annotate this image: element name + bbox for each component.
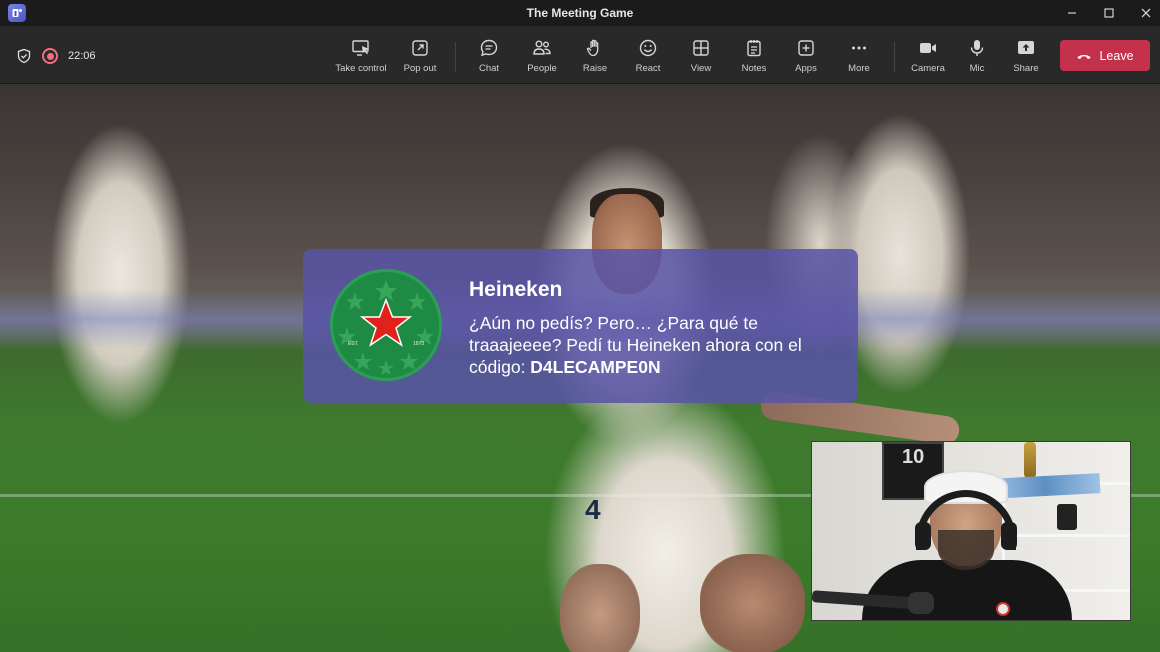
meeting-toolbar: 22:06 Take control Pop out Chat People R…: [0, 26, 1160, 84]
react-label: React: [635, 63, 661, 74]
minimize-button[interactable]: [1053, 0, 1091, 26]
grid-icon: [693, 40, 709, 56]
notes-icon: [747, 40, 761, 57]
smiley-icon: [639, 39, 657, 57]
camera-icon: [920, 43, 936, 53]
more-button[interactable]: More: [831, 38, 887, 78]
view-button[interactable]: View: [673, 38, 729, 78]
microphone: [908, 592, 934, 614]
notes-button[interactable]: Notes: [726, 38, 782, 78]
meeting-status: 22:06: [16, 48, 96, 64]
leave-button[interactable]: Leave: [1060, 40, 1150, 71]
player-leg: [700, 554, 805, 652]
pop-out-icon: [412, 40, 428, 56]
chat-button[interactable]: Chat: [461, 38, 517, 78]
promo-code[interactable]: D4LECAMPE0N: [530, 357, 660, 377]
notes-label: Notes: [741, 63, 767, 74]
more-label: More: [848, 63, 870, 74]
shield-check-icon[interactable]: [16, 48, 32, 64]
trophy: [1024, 442, 1036, 478]
chat-label: Chat: [478, 63, 500, 74]
toolbar-divider: [894, 42, 895, 72]
shelf-divider: [1002, 534, 1130, 537]
window-title: The Meeting Game: [526, 6, 634, 20]
ellipsis-icon: [852, 46, 866, 50]
apps-label: Apps: [795, 63, 817, 74]
player-leg: [560, 564, 640, 652]
take-control-label: Take control: [335, 63, 387, 74]
heineken-logo-icon: EST. 1873: [330, 269, 442, 381]
mic-button[interactable]: Mic: [949, 38, 1005, 78]
recording-icon: [42, 48, 58, 64]
notification-body: ¿Aún no pedís? Pero… ¿Para qué te traaaj…: [469, 312, 839, 378]
mic-label: Mic: [969, 63, 985, 74]
camera-button[interactable]: Camera: [900, 38, 956, 78]
self-video-tile[interactable]: 10: [811, 441, 1131, 621]
jersey-number: 4: [585, 494, 601, 525]
logo-text-year: 1873: [413, 341, 424, 347]
toolbar-divider: [455, 42, 456, 72]
minimize-icon: [1068, 12, 1076, 14]
share-button[interactable]: Share: [998, 38, 1054, 78]
chat-icon: [480, 39, 498, 57]
view-label: View: [690, 63, 712, 74]
raise-hand-button[interactable]: Raise: [567, 38, 623, 78]
react-button[interactable]: React: [620, 38, 676, 78]
people-icon: [533, 40, 551, 55]
pop-out-label: Pop out: [403, 63, 437, 74]
phone-hangup-icon: [1077, 54, 1091, 59]
pop-out-button[interactable]: Pop out: [392, 38, 448, 78]
people-label: People: [527, 63, 557, 74]
people-button[interactable]: People: [514, 38, 570, 78]
shirt-badge: [996, 602, 1010, 616]
apps-button[interactable]: Apps: [778, 38, 834, 78]
screen-cursor-icon: [352, 40, 369, 56]
leave-label: Leave: [1099, 48, 1134, 63]
raise-label: Raise: [582, 63, 608, 74]
notification-title: Heineken: [469, 278, 563, 301]
camera-label: Camera: [911, 63, 945, 74]
maximize-icon: [1104, 8, 1114, 18]
meeting-timer: 22:06: [68, 50, 96, 62]
maximize-button[interactable]: [1090, 0, 1128, 26]
sponsor-notification[interactable]: EST. 1873 Heineken ¿Aún no pedís? Pero… …: [303, 249, 858, 403]
close-icon: [1141, 8, 1151, 18]
headphone-ear-left: [915, 522, 931, 550]
share-icon: [1018, 41, 1034, 54]
hand-icon: [586, 39, 599, 57]
close-button[interactable]: [1127, 0, 1160, 26]
plus-box-icon: [798, 40, 814, 56]
take-control-button[interactable]: Take control: [333, 38, 389, 78]
mic-icon: [970, 40, 984, 56]
shelf-item: [1057, 504, 1077, 530]
logo-text-est: EST.: [348, 341, 359, 347]
title-bar: The Meeting Game: [0, 0, 1160, 26]
headphone-ear-right: [1001, 522, 1017, 550]
share-label: Share: [1013, 63, 1039, 74]
